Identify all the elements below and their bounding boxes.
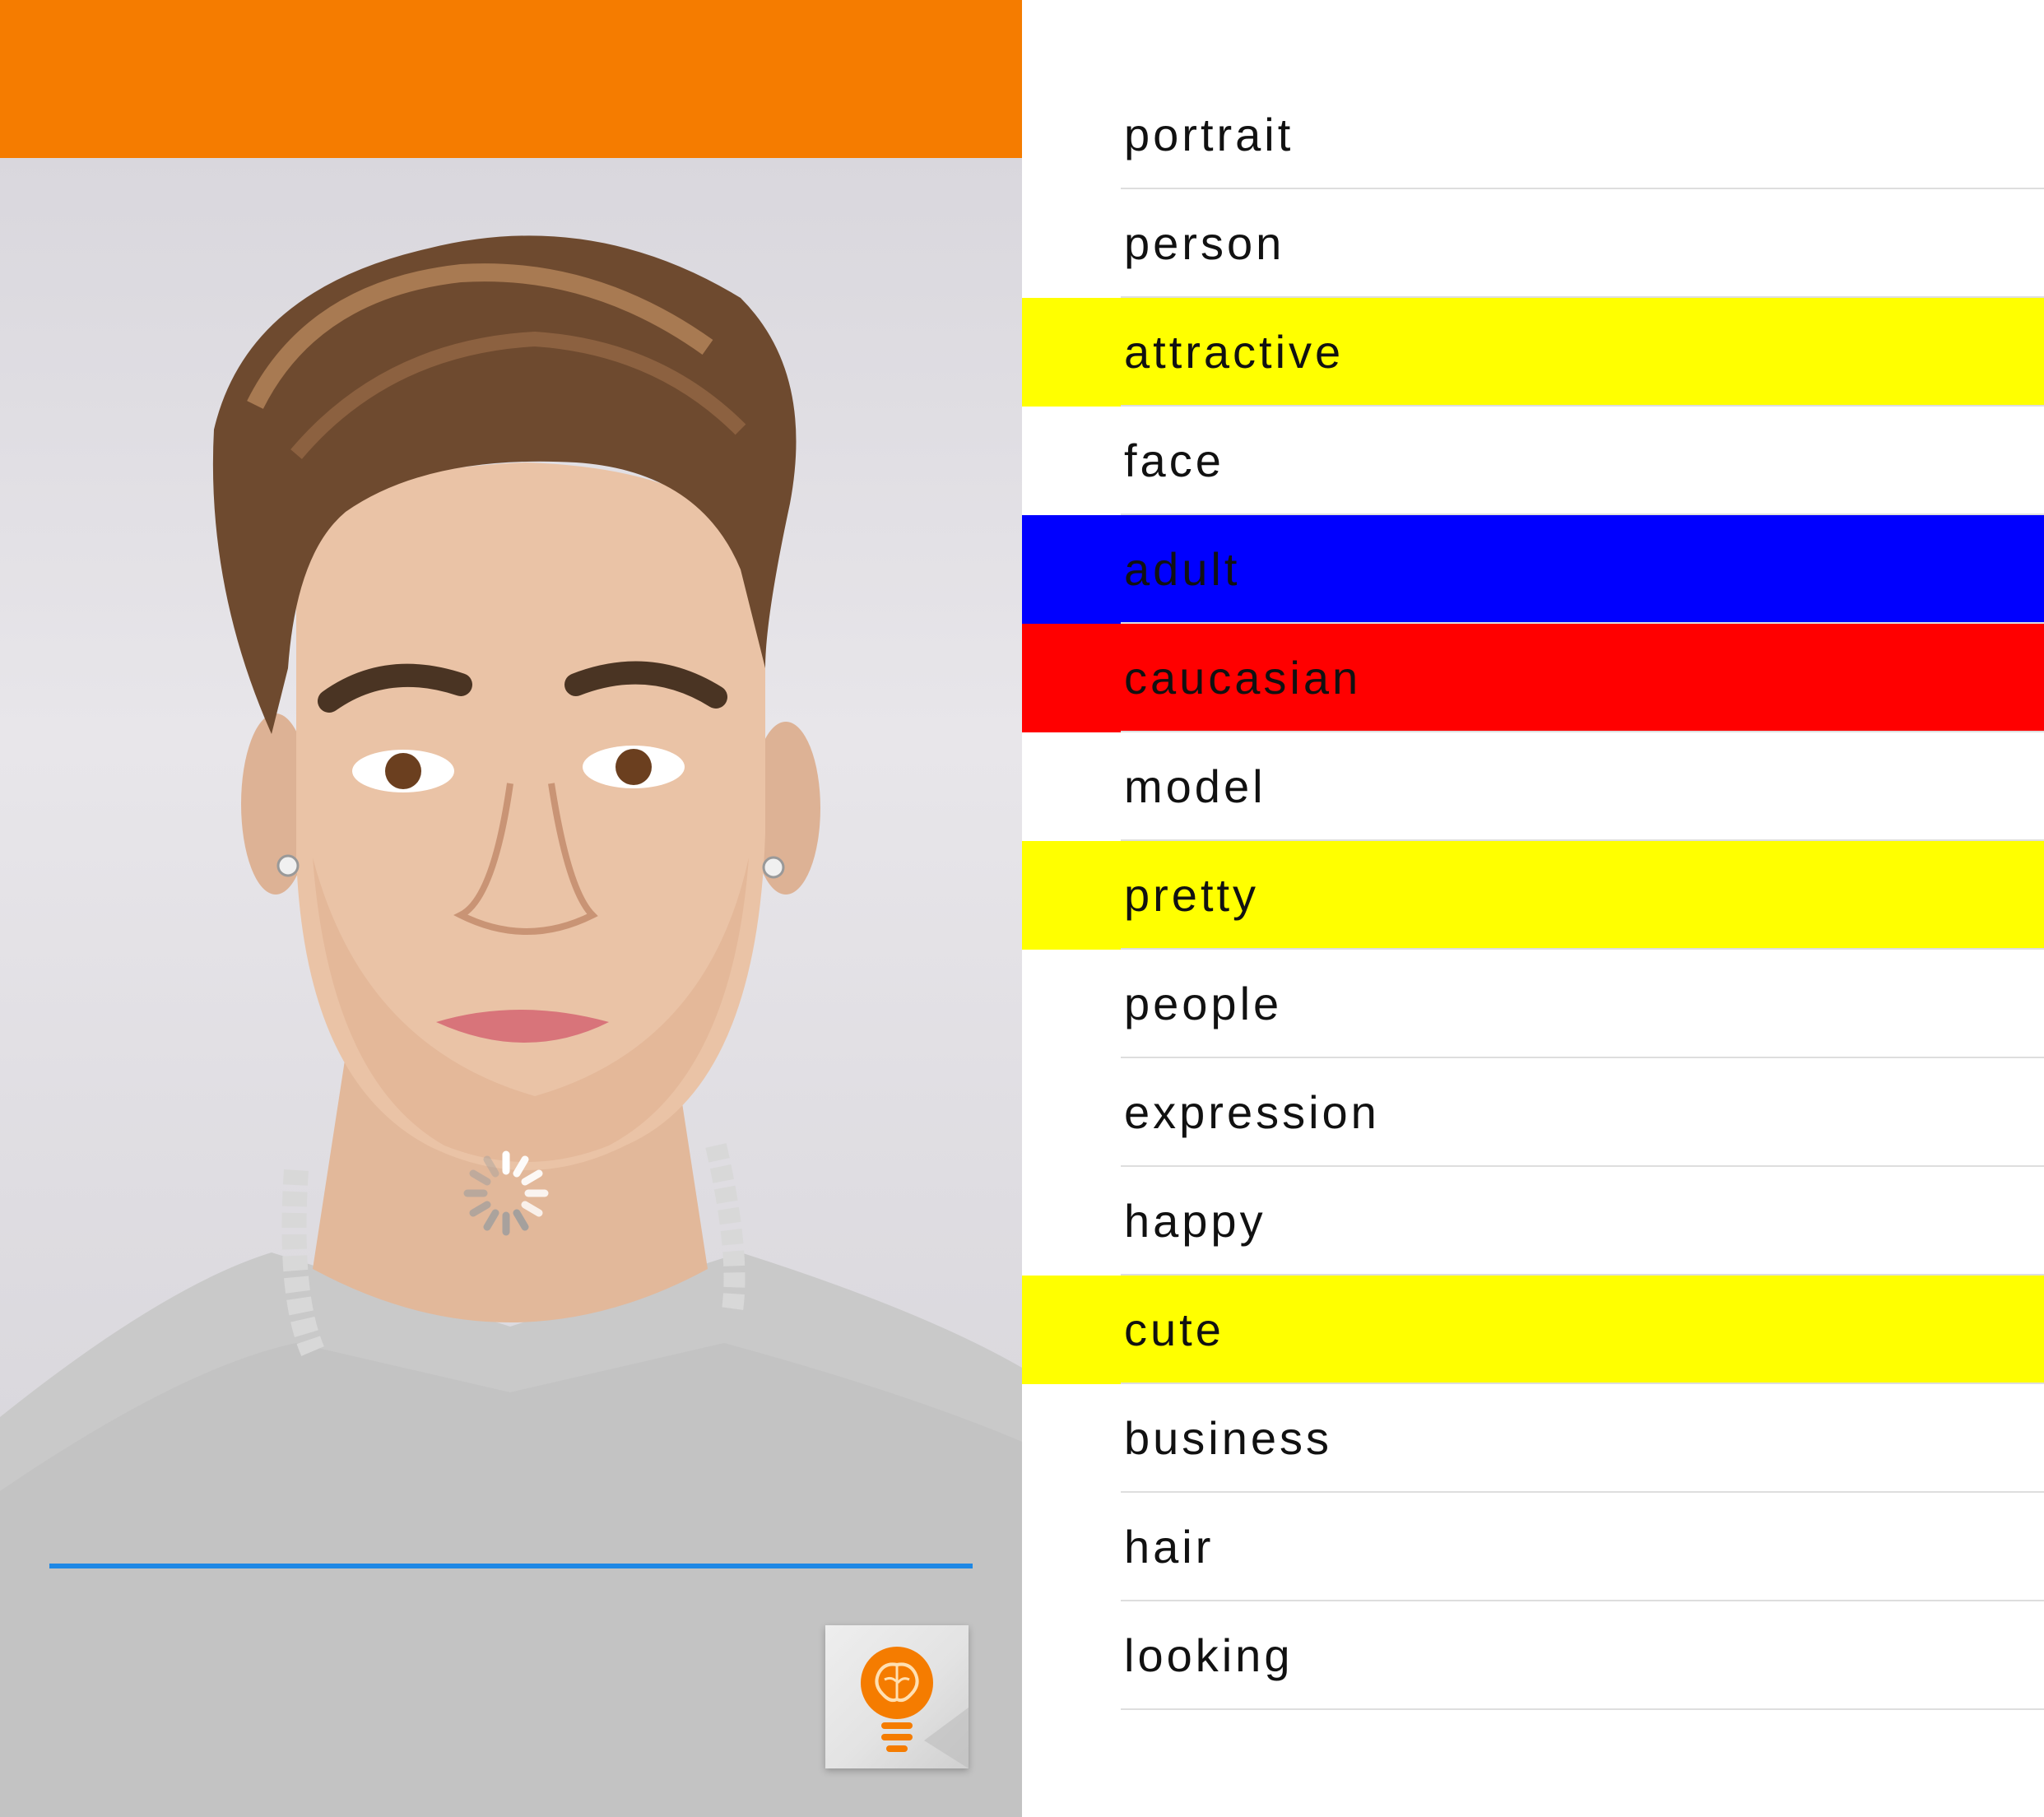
- tag-label: caucasian: [1124, 652, 1362, 704]
- divider: [1121, 1708, 2044, 1710]
- tag-label: attractive: [1124, 326, 1345, 378]
- progress-indicator: [49, 1564, 973, 1568]
- tag-label: business: [1124, 1412, 1333, 1464]
- tag-label: adult: [1124, 543, 1241, 595]
- tag-label: person: [1124, 217, 1285, 269]
- tag-label: expression: [1124, 1086, 1380, 1138]
- tag-label: model: [1124, 760, 1266, 812]
- tag-label: face: [1124, 434, 1224, 486]
- tag-row-pretty[interactable]: pretty: [1022, 841, 2044, 950]
- tag-label: looking: [1124, 1629, 1294, 1681]
- loading-spinner-icon: [461, 1148, 551, 1238]
- tag-label: happy: [1124, 1195, 1266, 1247]
- tag-row-happy[interactable]: happy: [1022, 1167, 2044, 1276]
- tag-row-person[interactable]: person: [1022, 189, 2044, 298]
- tag-label: hair: [1124, 1521, 1215, 1573]
- tag-label: pretty: [1124, 869, 1260, 921]
- image-pane: [0, 0, 1022, 1817]
- app-toolbar: [0, 0, 1022, 158]
- tag-row-cute[interactable]: cute: [1022, 1276, 2044, 1384]
- tag-row-adult[interactable]: adult: [1022, 515, 2044, 624]
- tag-label: portrait: [1124, 109, 1294, 160]
- tag-list: portrait person attractive face adult caucasi…: [1022, 81, 2044, 1710]
- tag-row-people[interactable]: people: [1022, 950, 2044, 1058]
- tag-row-caucasian[interactable]: caucasian: [1022, 624, 2044, 732]
- tag-label: cute: [1124, 1304, 1224, 1355]
- tag-row-expression[interactable]: expression: [1022, 1058, 2044, 1167]
- tag-row-looking[interactable]: looking: [1022, 1601, 2044, 1710]
- tag-label: people: [1124, 978, 1283, 1029]
- brain-lightbulb-icon: [861, 1647, 969, 1768]
- tag-row-portrait[interactable]: portrait: [1022, 81, 2044, 189]
- tag-row-model[interactable]: model: [1022, 732, 2044, 841]
- analyze-button[interactable]: [825, 1625, 969, 1768]
- tag-row-hair[interactable]: hair: [1022, 1493, 2044, 1601]
- tag-row-attractive[interactable]: attractive: [1022, 298, 2044, 407]
- tag-list-pane: portrait person attractive face adult caucasi…: [1022, 0, 2044, 1817]
- tag-row-face[interactable]: face: [1022, 407, 2044, 515]
- tag-row-business[interactable]: business: [1022, 1384, 2044, 1493]
